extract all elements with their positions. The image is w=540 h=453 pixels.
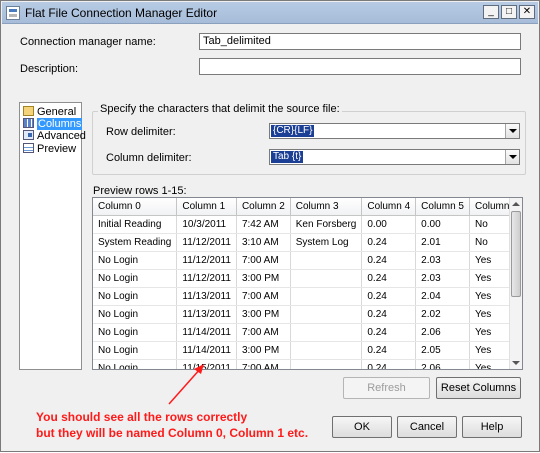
annotation-line: You should see all the rows correctly bbox=[36, 410, 248, 424]
annotation-arrow bbox=[168, 364, 204, 405]
dialog-window: Flat File Connection Manager Editor _ □ … bbox=[0, 0, 540, 452]
annotation-note: You should see all the rows correctly bu… bbox=[36, 409, 336, 441]
annotation-line: but they will be named Column 0, Column … bbox=[36, 426, 309, 440]
